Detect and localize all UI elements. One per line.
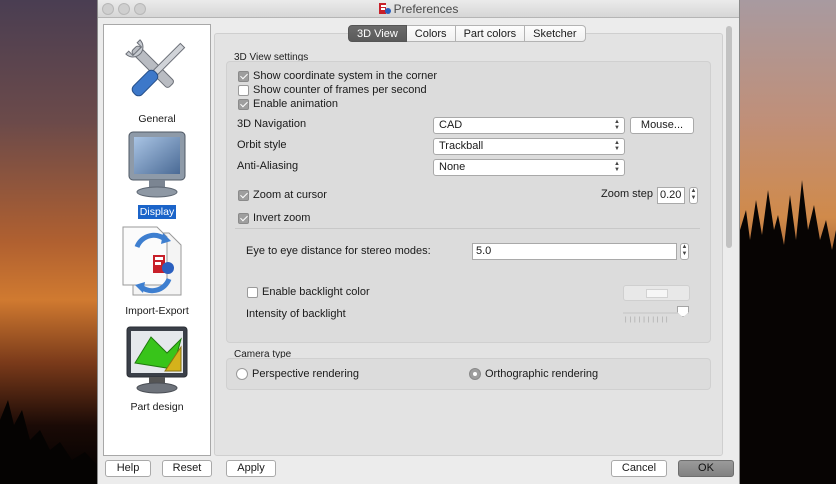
radio-circle[interactable] xyxy=(469,368,481,380)
zoom-step-input[interactable]: 0.20 xyxy=(657,187,685,204)
checkbox-label: Enable backlight color xyxy=(262,286,370,298)
sidebar-item-display[interactable]: Display xyxy=(104,128,210,219)
checkbox-label: Enable animation xyxy=(253,98,339,110)
desktop-background-right xyxy=(740,0,836,484)
orbit-style-label: Orbit style xyxy=(237,139,287,151)
divider xyxy=(235,228,700,229)
3d-navigation-select[interactable]: CAD ▲ ▼ xyxy=(433,117,625,134)
sidebar-item-part-design[interactable]: Part design xyxy=(104,323,210,414)
anti-aliasing-select[interactable]: None ▲ ▼ xyxy=(433,159,625,176)
anti-aliasing-label: Anti-Aliasing xyxy=(237,160,299,172)
tab-colors[interactable]: Colors xyxy=(406,25,456,42)
radio-label: Orthographic rendering xyxy=(485,368,599,380)
panel-scrollbar[interactable] xyxy=(725,24,733,456)
sidebar-item-label: Import-Export xyxy=(125,305,189,317)
preferences-window: Preferences General Display Import-Expor… xyxy=(97,0,740,484)
settings-panel: 3D View settings Show coordinate system … xyxy=(214,33,723,456)
freecad-app-icon xyxy=(378,3,391,14)
import-export-icon xyxy=(122,226,182,296)
sidebar-item-general[interactable]: General xyxy=(104,33,210,126)
3d-navigation-label: 3D Navigation xyxy=(237,118,307,130)
slider-ticks: |||||||||| xyxy=(625,317,671,323)
tab-part-colors[interactable]: Part colors xyxy=(455,25,526,42)
radio-label: Perspective rendering xyxy=(252,368,360,380)
part-design-icon xyxy=(126,326,188,394)
desktop-background-left xyxy=(0,0,97,484)
trees-silhouette-right xyxy=(740,180,836,484)
select-value: Trackball xyxy=(439,140,484,152)
enable-backlight-checkbox[interactable]: Enable backlight color xyxy=(247,286,370,298)
backlight-color-button[interactable] xyxy=(623,285,690,301)
preferences-category-list: General Display Import-Export Part desig… xyxy=(103,24,211,456)
sidebar-item-label: General xyxy=(138,113,176,125)
reset-button[interactable]: Reset xyxy=(162,460,212,477)
orbit-style-select[interactable]: Trackball ▲ ▼ xyxy=(433,138,625,155)
monitor-icon xyxy=(128,131,186,198)
checkbox-box[interactable] xyxy=(238,84,249,96)
window-title-text: Preferences xyxy=(393,2,459,16)
group-3d-view-settings: Show coordinate system in the corner Sho… xyxy=(226,61,711,343)
sidebar-item-label: Display xyxy=(137,205,177,219)
show-fps-checkbox[interactable]: Show counter of frames per second xyxy=(238,84,427,96)
apply-button[interactable]: Apply xyxy=(226,460,276,477)
help-button[interactable]: Help xyxy=(105,460,151,477)
select-arrows-icon: ▲ ▼ xyxy=(614,161,620,173)
checkbox-box[interactable] xyxy=(238,70,249,82)
zoom-at-cursor-checkbox[interactable]: Zoom at cursor xyxy=(238,189,327,201)
checkbox-label: Show counter of frames per second xyxy=(253,84,427,96)
sidebar-item-label: Part design xyxy=(130,401,184,413)
tab-3d-view[interactable]: 3D View xyxy=(348,25,407,42)
select-value: None xyxy=(439,161,466,173)
perspective-rendering-radio[interactable]: Perspective rendering xyxy=(236,368,359,380)
select-value: CAD xyxy=(439,119,463,131)
backlight-color-swatch xyxy=(646,289,668,298)
enable-animation-checkbox[interactable]: Enable animation xyxy=(238,98,338,110)
checkbox-label: Show coordinate system in the corner xyxy=(253,70,438,82)
ok-button[interactable]: OK xyxy=(678,460,734,477)
select-arrows-icon: ▲ ▼ xyxy=(614,140,620,152)
tab-sketcher[interactable]: Sketcher xyxy=(525,25,586,42)
mouse-button[interactable]: Mouse... xyxy=(630,117,694,134)
show-coordinate-system-checkbox[interactable]: Show coordinate system in the corner xyxy=(238,70,437,82)
invert-zoom-checkbox[interactable]: Invert zoom xyxy=(238,212,310,224)
zoom-step-label: Zoom step xyxy=(601,188,653,200)
sidebar-item-import-export[interactable]: Import-Export xyxy=(104,223,210,318)
eye-distance-label: Eye to eye distance for stereo modes: xyxy=(246,245,431,257)
backlight-intensity-slider[interactable] xyxy=(677,306,689,317)
checkbox-box[interactable] xyxy=(238,212,249,224)
checkbox-label: Invert zoom xyxy=(253,212,311,224)
checkbox-box[interactable] xyxy=(238,98,249,110)
radio-circle[interactable] xyxy=(236,368,248,380)
scrollbar-thumb[interactable] xyxy=(726,26,732,248)
backlight-intensity-label: Intensity of backlight xyxy=(246,308,346,320)
tools-icon xyxy=(125,39,186,97)
checkbox-box[interactable] xyxy=(238,189,249,201)
checkbox-label: Zoom at cursor xyxy=(253,189,327,201)
eye-distance-input[interactable]: 5.0 xyxy=(472,243,677,260)
preferences-tab-bar: 3D View Colors Part colors Sketcher xyxy=(348,25,586,43)
zoom-step-stepper[interactable]: ▲ ▼ xyxy=(689,187,698,204)
window-title: Preferences xyxy=(98,2,739,16)
checkbox-box[interactable] xyxy=(247,286,258,298)
eye-distance-stepper[interactable]: ▲ ▼ xyxy=(680,243,689,260)
title-bar: Preferences xyxy=(98,0,739,18)
trees-silhouette-left xyxy=(0,400,97,484)
select-arrows-icon: ▲ ▼ xyxy=(614,119,620,131)
group-camera-type: Perspective rendering Orthographic rende… xyxy=(226,358,711,390)
cancel-button[interactable]: Cancel xyxy=(611,460,667,477)
orthographic-rendering-radio[interactable]: Orthographic rendering xyxy=(469,368,598,380)
